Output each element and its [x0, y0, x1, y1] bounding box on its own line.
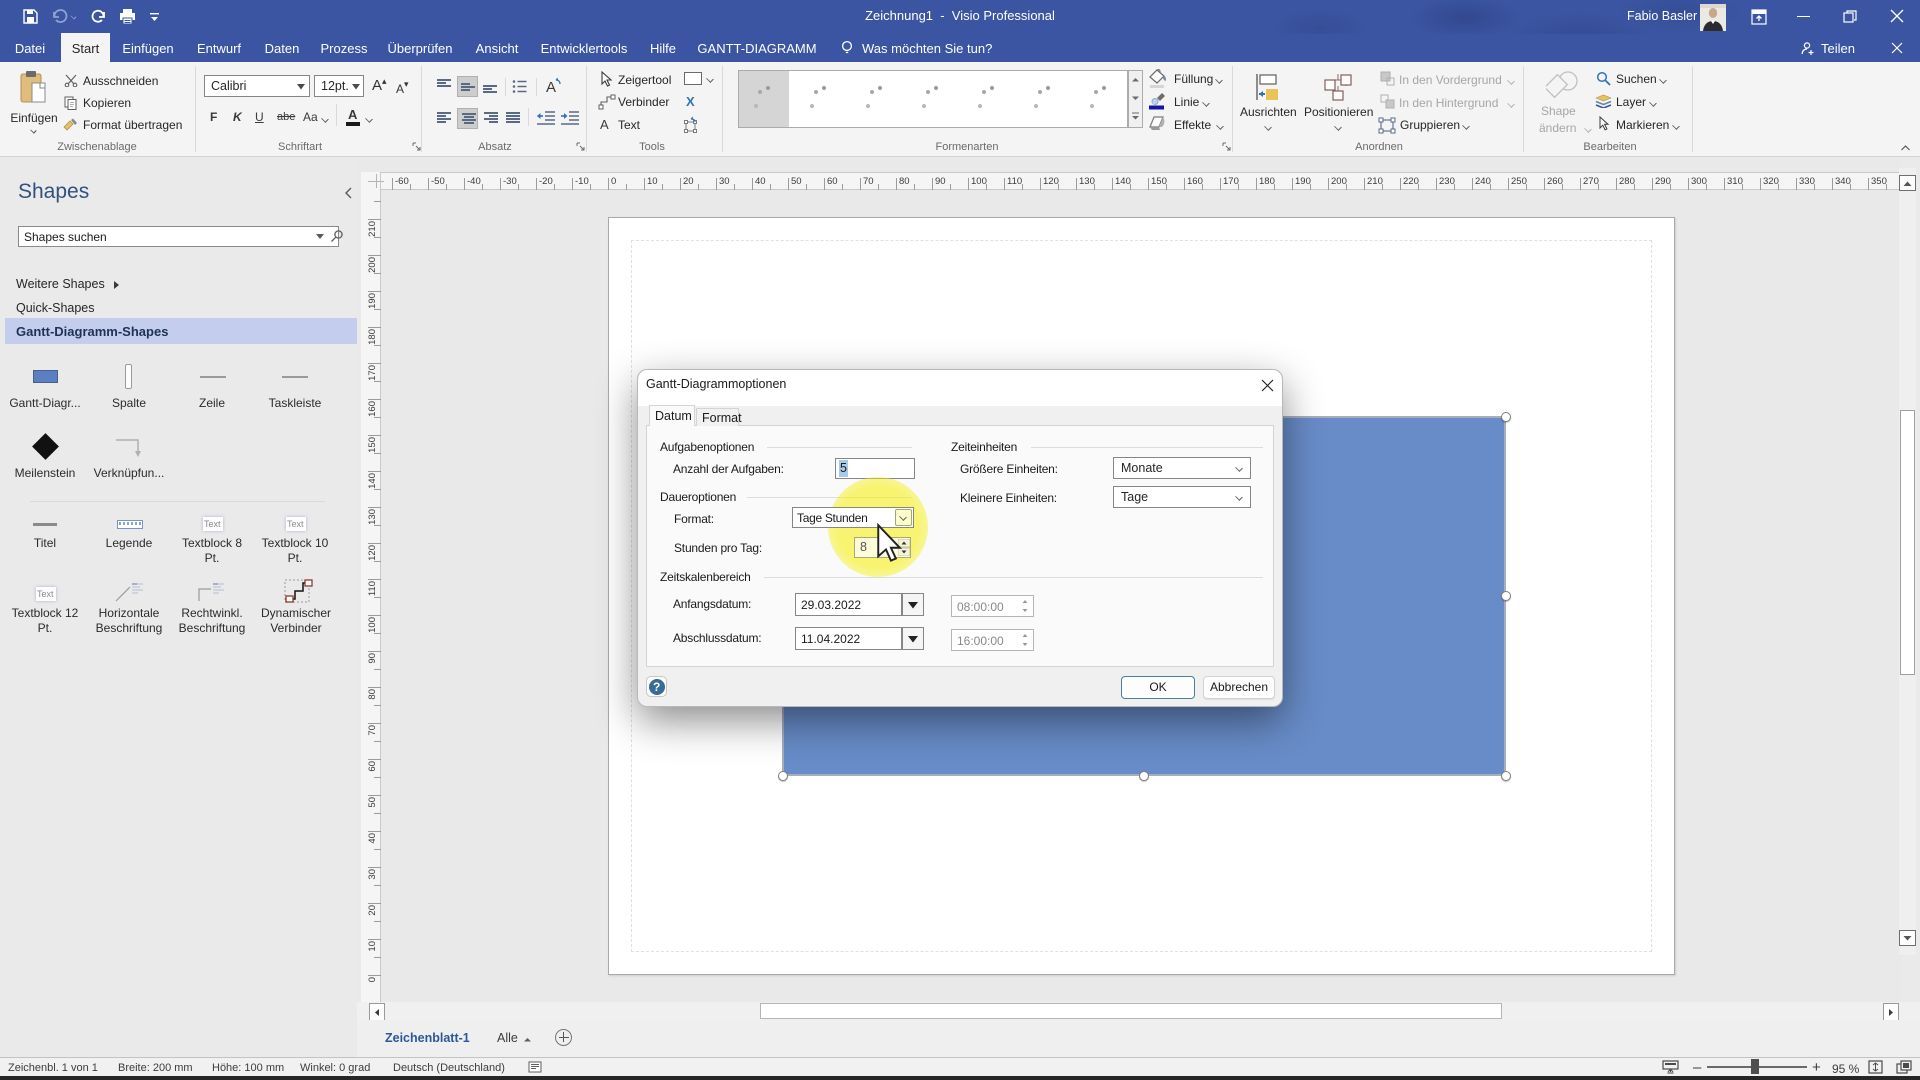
svg-text:A: A	[546, 79, 556, 96]
